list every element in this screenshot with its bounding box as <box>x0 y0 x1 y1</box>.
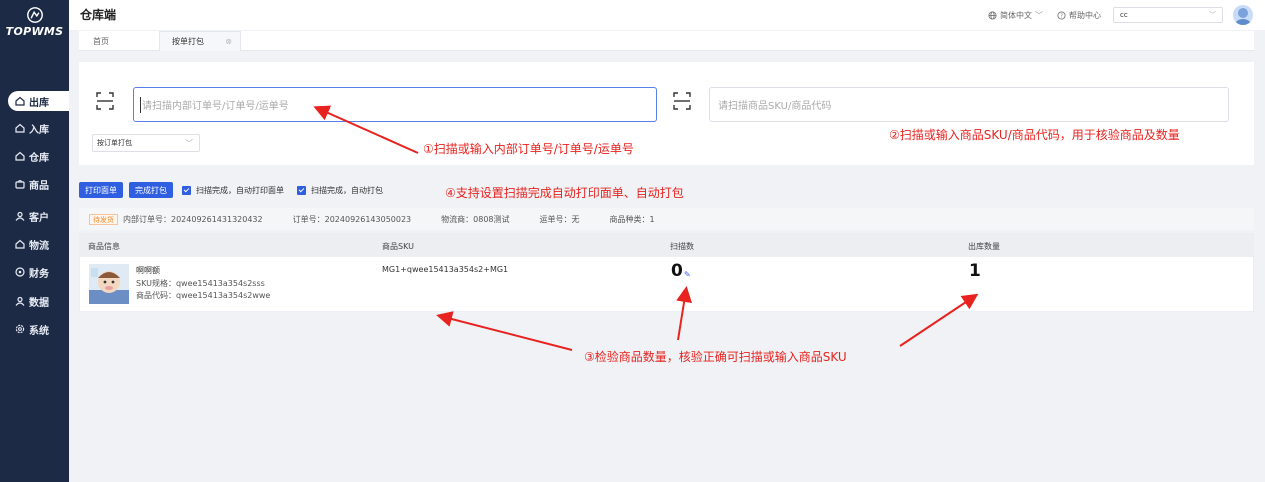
sidebar-item-finance[interactable]: 财务 <box>0 262 69 282</box>
help-label: 帮助中心 <box>1069 10 1101 20</box>
pack-mode-select[interactable]: 按订单打包 ﹀ <box>92 134 200 152</box>
print-label-button-text: 打印面单 <box>85 185 117 195</box>
language-label: 简体中文 <box>1000 10 1032 20</box>
bag-icon <box>14 178 26 190</box>
column-header: 商品SKU <box>382 242 414 251</box>
sku-kinds: 商品种类：1 <box>609 214 655 224</box>
order-scan-placeholder: 请扫描内部订单号/订单号/运单号 <box>142 101 289 112</box>
sidebar-item-label: 系统 <box>29 325 49 337</box>
product-code: 商品代码：qwee15413a354s2wwe <box>136 291 271 300</box>
gear-icon <box>14 323 26 335</box>
sidebar-item-products[interactable]: 商品 <box>0 174 69 194</box>
product-sku: MG1+qwee15413a354s2+MG1 <box>382 265 509 274</box>
checkbox-checked-icon <box>182 185 191 195</box>
sidebar-item-logistics[interactable]: 物流 <box>0 234 69 254</box>
logo-text: TOPWMS <box>5 25 64 38</box>
column-header: 出库数量 <box>968 242 1000 251</box>
house-icon <box>14 238 26 250</box>
money-icon <box>14 266 26 278</box>
sidebar-item-label: 仓库 <box>29 152 49 164</box>
edit-icon[interactable]: ✎ <box>684 270 691 279</box>
chevron-down-icon: ﹀ <box>185 139 193 148</box>
outbound-quantity: 1 <box>969 261 981 281</box>
auto-pack-checkbox[interactable]: 扫描完成，自动打包 <box>297 185 383 196</box>
order-scan-input[interactable]: 请扫描内部订单号/订单号/运单号 <box>133 87 657 122</box>
annotation-4: ④支持设置扫描完成自动打印面单、自动打包 <box>445 186 684 200</box>
warehouse-select[interactable]: cc ﹀ <box>1113 7 1223 23</box>
carrier: 物流商：0808测试 <box>441 214 510 224</box>
logo: TOPWMS <box>0 6 69 38</box>
sidebar-item-label: 数据 <box>29 297 49 309</box>
sidebar-item-label: 出库 <box>29 97 49 109</box>
auto-print-label: 扫描完成，自动打印面单 <box>196 185 284 195</box>
table-header: 商品信息 商品SKU 扫描数 出库数量 <box>80 234 1253 257</box>
annotation-2: ②扫描或输入商品SKU/商品代码，用于核验商品及数量 <box>889 128 1180 142</box>
user-icon <box>14 295 26 307</box>
house-icon <box>14 95 26 107</box>
sidebar-item-inbound[interactable]: 入库 <box>0 118 69 138</box>
sidebar-item-warehouse[interactable]: 仓库 <box>0 146 69 166</box>
sidebar-item-outbound[interactable]: 出库 <box>8 91 69 111</box>
logo-icon <box>26 7 43 23</box>
auto-pack-label: 扫描完成，自动打包 <box>311 185 383 195</box>
action-toolbar: 打印面单 完成打包 扫描完成，自动打印面单 扫描完成，自动打包 <box>79 181 393 199</box>
scan-icon <box>96 92 114 110</box>
product-image <box>89 264 129 304</box>
print-label-button[interactable]: 打印面单 <box>79 182 123 198</box>
page-title: 仓库端 <box>80 8 117 22</box>
table-row: 啊啊额 SKU规格：qwee15413a354s2sss 商品代码：qwee15… <box>80 257 1253 312</box>
order-no: 订单号：20240926143050023 <box>292 214 412 224</box>
tab-bar: 首页 按单打包 ⊗ <box>79 31 1254 51</box>
scan-icon <box>673 92 691 110</box>
product-table: 商品信息 商品SKU 扫描数 出库数量 啊啊额 SKU规格：qwee15413a… <box>79 233 1254 312</box>
house-icon <box>14 150 26 162</box>
checkbox-checked-icon <box>297 185 306 195</box>
sidebar-item-label: 客户 <box>29 212 49 224</box>
warehouse-value: cc <box>1120 11 1128 19</box>
auto-print-checkbox[interactable]: 扫描完成，自动打印面单 <box>182 185 284 196</box>
tab-label: 按单打包 <box>172 37 204 46</box>
house-icon <box>14 122 26 134</box>
waybill-no: 运单号：无 <box>539 214 580 224</box>
close-icon[interactable]: ⊗ <box>225 37 232 46</box>
language-switcher[interactable]: 简体中文 ﹀ <box>988 10 1043 21</box>
arrow-to-product-info <box>436 311 573 351</box>
status-badge: 待发货 <box>89 213 118 225</box>
sku-scan-placeholder: 请扫描商品SKU/商品代码 <box>718 101 832 112</box>
scanned-count: 0 <box>671 261 683 281</box>
product-name: 啊啊额 <box>136 266 160 275</box>
sidebar-item-label: 入库 <box>29 124 49 136</box>
sidebar-item-label: 物流 <box>29 240 49 252</box>
pack-mode-value: 按订单打包 <box>97 139 132 147</box>
column-header: 扫描数 <box>670 242 694 251</box>
user-icon <box>14 210 26 222</box>
product-spec: SKU规格：qwee15413a354s2sss <box>136 279 265 288</box>
sidebar-item-label: 财务 <box>29 268 49 280</box>
sidebar-item-customers[interactable]: 客户 <box>0 206 69 226</box>
sidebar: TOPWMS 订单 出库 入库 仓库 商品 客户 <box>0 0 69 482</box>
tab-home[interactable]: 首页 <box>93 31 109 51</box>
annotation-1: ①扫描或输入内部订单号/订单号/运单号 <box>423 142 634 156</box>
sidebar-item-data[interactable]: 数据 <box>0 291 69 311</box>
finish-packing-button-text: 完成打包 <box>135 185 167 195</box>
finish-packing-button[interactable]: 完成打包 <box>129 182 173 198</box>
internal-order-no: 内部订单号：202409261431320432 <box>123 214 263 224</box>
order-info-bar: 待发货 内部订单号：202409261431320432 订单号：2024092… <box>79 208 1254 230</box>
help-center-link[interactable]: ? 帮助中心 <box>1057 10 1101 21</box>
globe-icon <box>988 10 997 20</box>
top-header: 仓库端 简体中文 ﹀ ? 帮助中心 cc ﹀ <box>69 0 1265 30</box>
tab-label: 首页 <box>93 36 109 46</box>
avatar[interactable] <box>1233 5 1253 25</box>
annotation-3: ③检验商品数量，核验正确可扫描或输入商品SKU <box>584 350 847 364</box>
tab-pack-by-order[interactable]: 按单打包 ⊗ <box>159 31 241 51</box>
sidebar-item-system[interactable]: 系统 <box>0 319 69 339</box>
help-icon: ? <box>1057 10 1066 19</box>
sku-scan-input[interactable]: 请扫描商品SKU/商品代码 <box>709 87 1229 122</box>
sidebar-item-label: 商品 <box>29 180 49 192</box>
chevron-down-icon: ﹀ <box>1209 11 1216 19</box>
scan-panel: 请扫描内部订单号/订单号/运单号 请扫描商品SKU/商品代码 按订单打包 ﹀ <box>79 62 1254 165</box>
column-header: 商品信息 <box>88 242 120 251</box>
svg-text:?: ? <box>1060 13 1063 19</box>
chevron-down-icon: ﹀ <box>1035 10 1043 20</box>
